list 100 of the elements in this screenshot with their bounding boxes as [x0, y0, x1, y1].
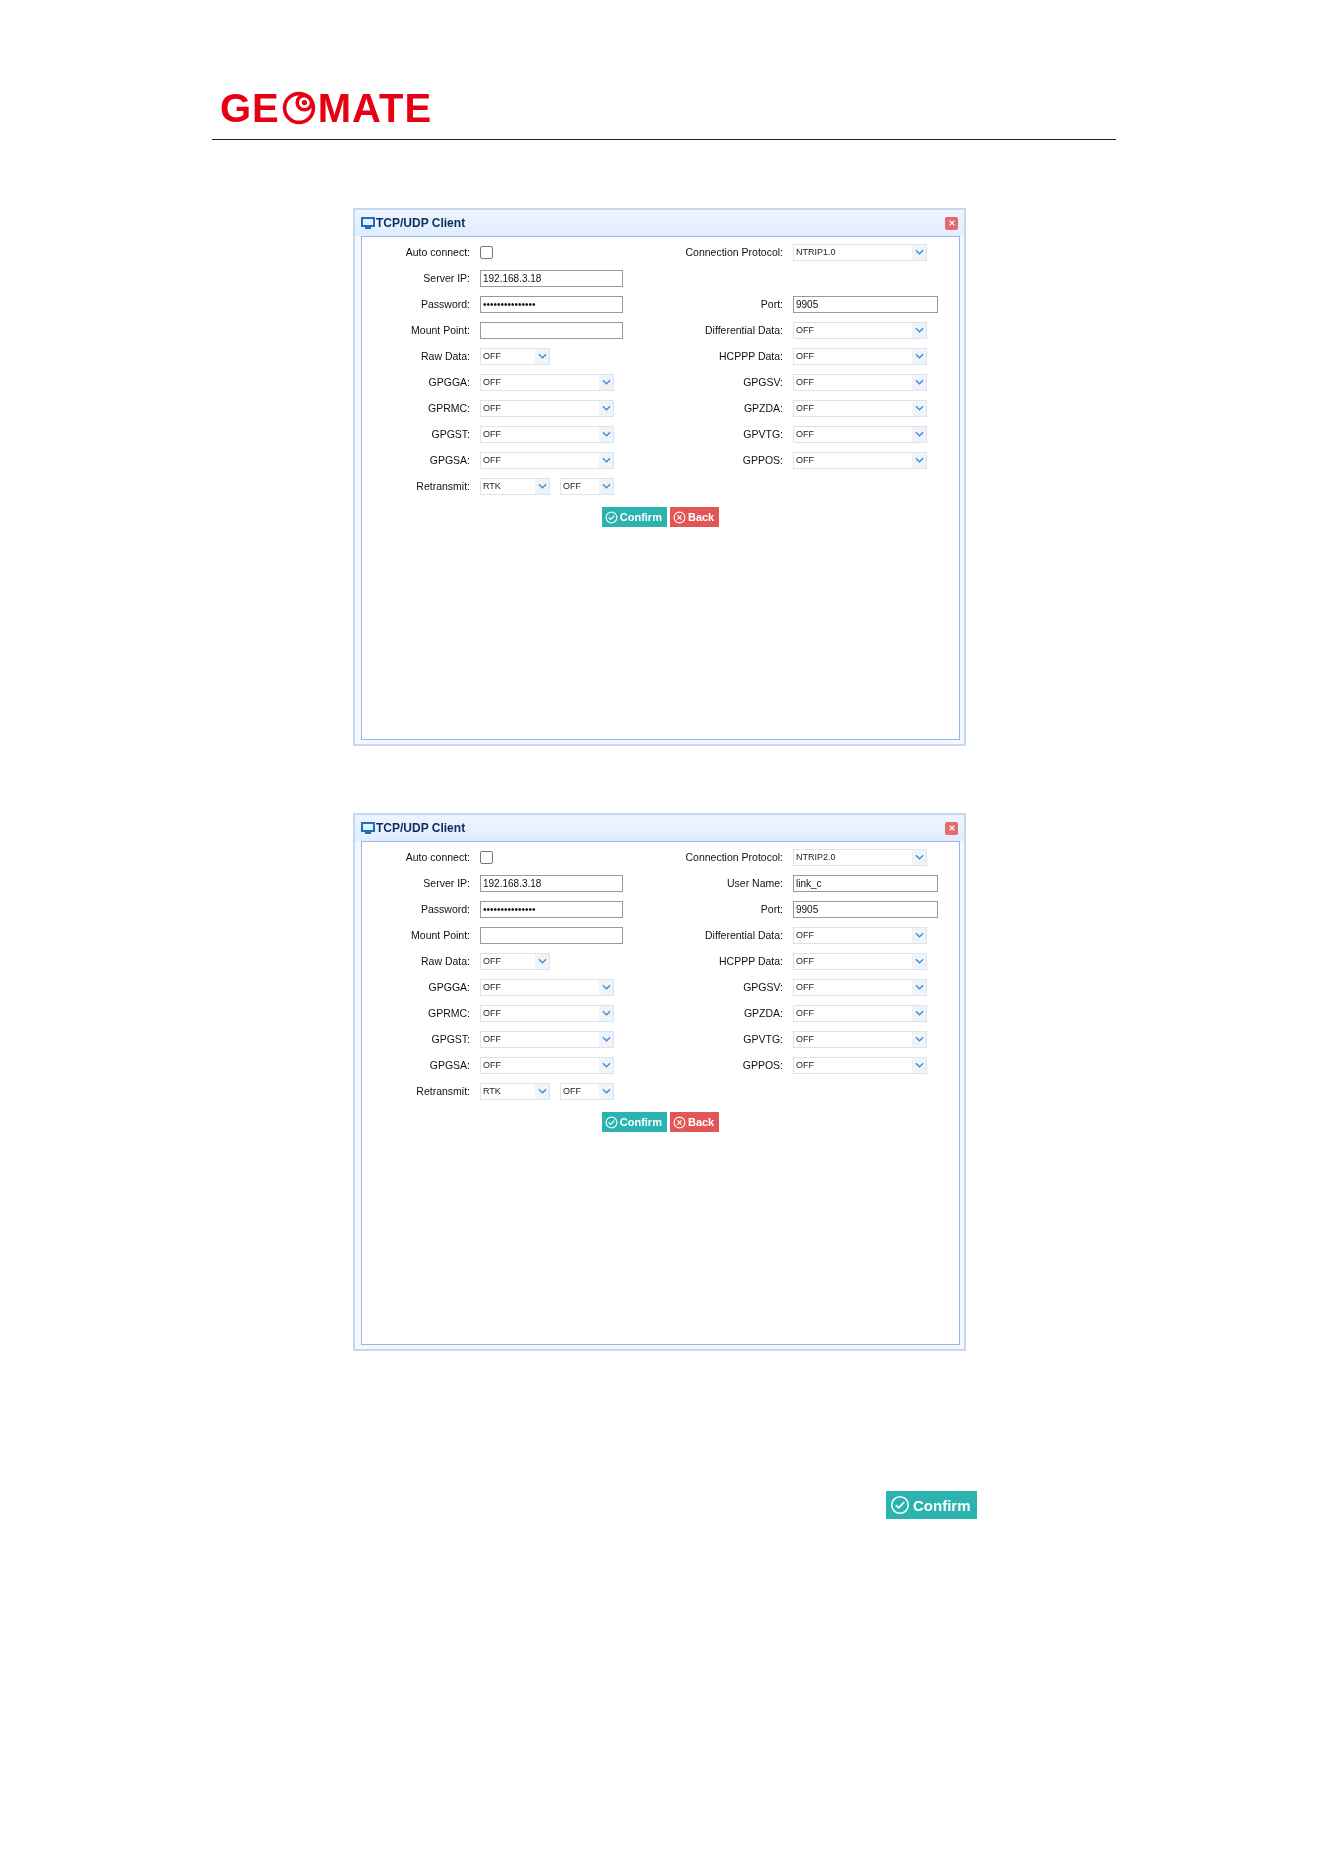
chevron-icon: [601, 431, 611, 437]
field-label: GPGST:: [430, 428, 470, 440]
field-label: GPVTG:: [742, 428, 783, 440]
chevron-icon: [601, 483, 611, 489]
chevron-icon: [914, 379, 924, 385]
input-field[interactable]: 9905: [793, 295, 938, 313]
dropdown[interactable]: OFF: [793, 1056, 927, 1074]
field-label: Port:: [759, 903, 783, 915]
dropdown[interactable]: NTRIP2.0: [793, 848, 927, 866]
dropdown[interactable]: OFF: [480, 451, 614, 469]
checkbox[interactable]: [480, 245, 493, 259]
close-circle-icon: [672, 510, 686, 524]
field-label: GPGSA:: [428, 454, 470, 466]
chevron-icon: [537, 1088, 547, 1094]
field-label: GPPOS:: [741, 454, 783, 466]
dropdown[interactable]: OFF: [480, 1004, 614, 1022]
dropdown[interactable]: OFF: [480, 425, 614, 443]
close-button[interactable]: [945, 821, 958, 835]
input-field[interactable]: 192.168.3.18: [480, 874, 623, 892]
field-label: Retransmit:: [415, 480, 470, 492]
field-label: GPRMC:: [427, 402, 470, 414]
chevron-icon: [601, 405, 611, 411]
dropdown[interactable]: OFF: [480, 347, 550, 365]
dropdown[interactable]: OFF: [480, 1056, 614, 1074]
field-label: GPPOS:: [741, 1059, 783, 1071]
input-field[interactable]: [480, 926, 623, 944]
chevron-icon: [914, 932, 924, 938]
field-label: Password:: [419, 903, 470, 915]
logo-text: MATE: [317, 88, 433, 128]
dropdown[interactable]: OFF: [793, 978, 927, 996]
chevron-icon: [601, 1010, 611, 1016]
dropdown[interactable]: OFF: [480, 1030, 614, 1048]
monitor-icon: [361, 216, 375, 230]
dropdown[interactable]: RTK: [480, 477, 550, 495]
dialog-title: TCP/UDP Client: [376, 821, 467, 835]
logo-text: GE: [220, 88, 280, 128]
field-label: HCPPP Data:: [718, 955, 783, 967]
dropdown[interactable]: OFF: [793, 451, 927, 469]
field-label: Auto connect:: [404, 851, 470, 863]
field-label: Auto connect:: [404, 246, 470, 258]
input-field[interactable]: 192.168.3.18: [480, 269, 623, 287]
chevron-icon: [537, 958, 547, 964]
back-button[interactable]: Back: [669, 1112, 720, 1132]
field-label: Connection Protocol:: [684, 246, 783, 258]
field-label: Differential Data:: [704, 929, 783, 941]
dropdown[interactable]: RTK: [480, 1082, 550, 1100]
field-label: Port:: [759, 298, 783, 310]
chevron-icon: [601, 1062, 611, 1068]
dropdown[interactable]: OFF: [480, 952, 550, 970]
chevron-icon: [914, 1062, 924, 1068]
dropdown[interactable]: OFF: [793, 425, 927, 443]
dropdown[interactable]: OFF: [793, 926, 927, 944]
dropdown[interactable]: OFF: [793, 1030, 927, 1048]
dropdown[interactable]: OFF: [793, 373, 927, 391]
chevron-icon: [914, 431, 924, 437]
input-field[interactable]: •••••••••••••••: [480, 295, 623, 313]
chevron-icon: [537, 483, 547, 489]
chevron-icon: [914, 984, 924, 990]
chevron-icon: [914, 353, 924, 359]
field-label: GPGGA:: [427, 376, 470, 388]
dropdown[interactable]: OFF: [560, 477, 614, 495]
close-icon: [947, 824, 956, 832]
field-label: Mount Point:: [410, 324, 470, 336]
dialog-title: TCP/UDP Client: [376, 216, 467, 230]
chevron-icon: [914, 854, 924, 860]
dropdown[interactable]: OFF: [560, 1082, 614, 1100]
chevron-icon: [537, 353, 547, 359]
dropdown[interactable]: OFF: [793, 347, 927, 365]
dropdown[interactable]: OFF: [480, 978, 614, 996]
chevron-icon: [601, 1036, 611, 1042]
chevron-icon: [914, 457, 924, 463]
field-label: Connection Protocol:: [684, 851, 783, 863]
monitor-icon: [361, 821, 375, 835]
field-label: Retransmit:: [415, 1085, 470, 1097]
dropdown[interactable]: NTRIP1.0: [793, 243, 927, 261]
field-label: GPGSV:: [742, 376, 783, 388]
back-button[interactable]: Back: [669, 507, 720, 527]
close-button[interactable]: [945, 216, 958, 230]
close-icon: [947, 219, 956, 227]
input-field[interactable]: 9905: [793, 900, 938, 918]
field-label: Raw Data:: [419, 955, 470, 967]
chevron-icon: [914, 958, 924, 964]
field-label: GPGGA:: [427, 981, 470, 993]
dropdown[interactable]: OFF: [480, 373, 614, 391]
chevron-icon: [601, 1088, 611, 1094]
dropdown[interactable]: OFF: [793, 399, 927, 417]
globe-icon: [280, 90, 317, 126]
chevron-icon: [601, 379, 611, 385]
dropdown[interactable]: OFF: [793, 321, 927, 339]
checkbox[interactable]: [480, 850, 493, 864]
chevron-icon: [914, 1036, 924, 1042]
field-label: GPZDA:: [742, 1007, 783, 1019]
input-field[interactable]: [480, 321, 623, 339]
field-label: GPZDA:: [742, 402, 783, 414]
chevron-icon: [914, 327, 924, 333]
dropdown[interactable]: OFF: [480, 399, 614, 417]
input-field[interactable]: •••••••••••••••: [480, 900, 623, 918]
dropdown[interactable]: OFF: [793, 952, 927, 970]
input-field[interactable]: link_c: [793, 874, 938, 892]
dropdown[interactable]: OFF: [793, 1004, 927, 1022]
